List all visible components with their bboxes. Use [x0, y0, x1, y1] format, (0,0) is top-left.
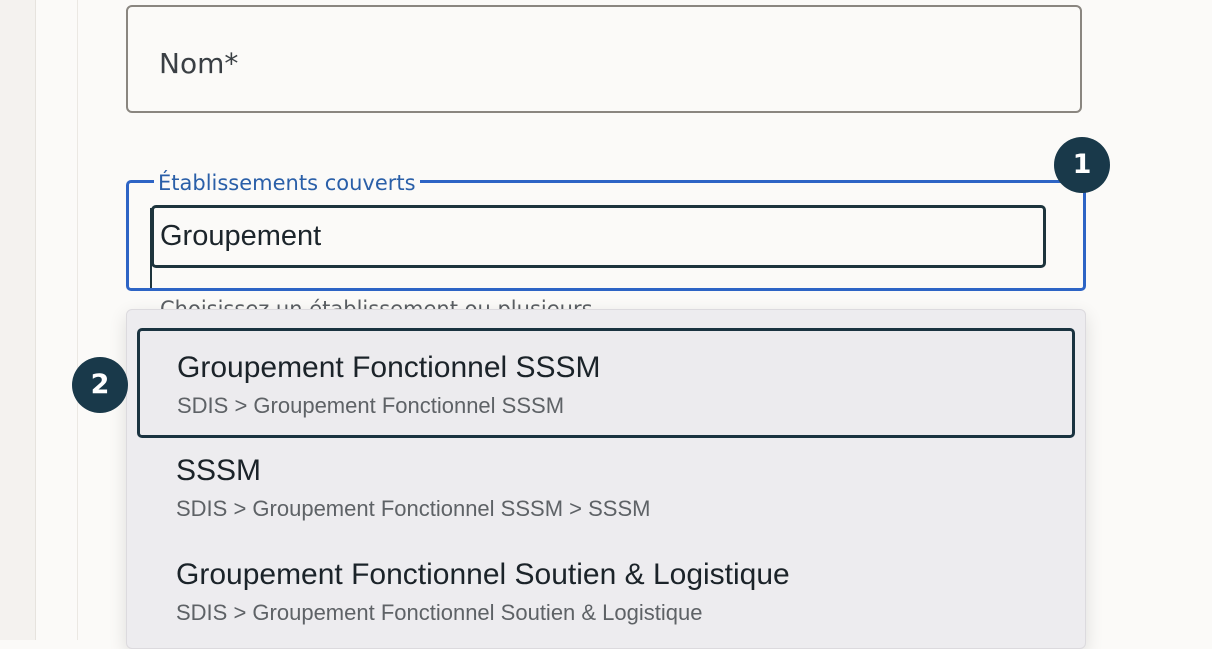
annotation-badge-2: 2 — [72, 357, 128, 413]
option-title: Groupement Fonctionnel Soutien & Logisti… — [176, 558, 790, 591]
left-rail — [0, 0, 36, 640]
etablissements-helper-text: Choisissez un établissement ou plusieurs — [160, 297, 593, 310]
etablissements-dropdown-list: Groupement Fonctionnel SSSM SDIS > Group… — [126, 309, 1086, 649]
etablissements-label: Établissements couverts — [154, 170, 420, 196]
option-title: Groupement Fonctionnel SSSM — [177, 351, 601, 384]
dropdown-option-sssm[interactable]: SSSM SDIS > Groupement Fonctionnel SSSM … — [137, 434, 1075, 544]
text-cursor — [150, 208, 152, 288]
content-divider — [77, 0, 78, 640]
option-path: SDIS > Groupement Fonctionnel SSSM — [177, 393, 565, 418]
nom-field[interactable]: Nom* — [126, 5, 1082, 113]
dropdown-option-groupement-fonctionnel-sssm[interactable]: Groupement Fonctionnel SSSM SDIS > Group… — [137, 328, 1075, 438]
option-title: SSSM — [176, 454, 262, 487]
option-path: SDIS > Groupement Fonctionnel Soutien & … — [176, 600, 703, 625]
dropdown-option-groupement-fonctionnel-soutien-logistique[interactable]: Groupement Fonctionnel Soutien & Logisti… — [137, 538, 1075, 648]
etablissements-search-input[interactable]: Groupement — [151, 205, 1046, 268]
option-path: SDIS > Groupement Fonctionnel SSSM > SSS… — [176, 496, 651, 521]
nom-field-label: Nom* — [159, 47, 239, 80]
annotation-badge-1: 1 — [1054, 137, 1110, 193]
